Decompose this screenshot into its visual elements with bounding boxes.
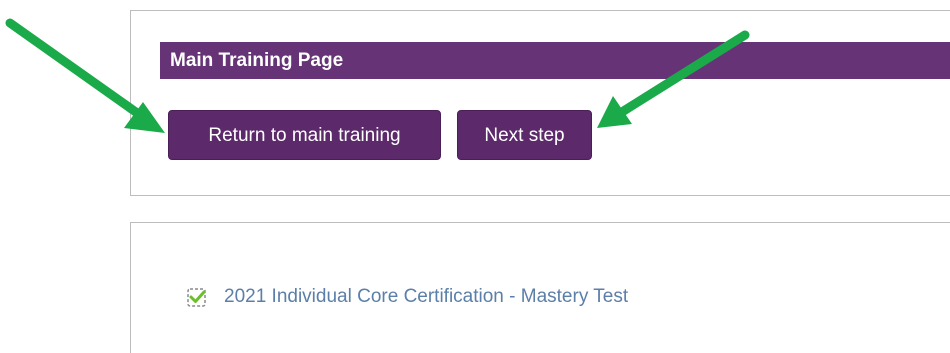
checkbox-checked-icon	[186, 286, 208, 308]
navigation-panel	[130, 10, 950, 196]
return-to-main-training-button[interactable]: Return to main training	[168, 110, 441, 160]
next-step-button[interactable]: Next step	[457, 110, 592, 160]
task-link[interactable]: 2021 Individual Core Certification - Mas…	[224, 286, 628, 308]
page-title: Main Training Page	[160, 42, 950, 79]
list-item[interactable]: 2021 Individual Core Certification - Mas…	[186, 283, 628, 311]
page: Main Training Page Return to main traini…	[0, 0, 950, 353]
